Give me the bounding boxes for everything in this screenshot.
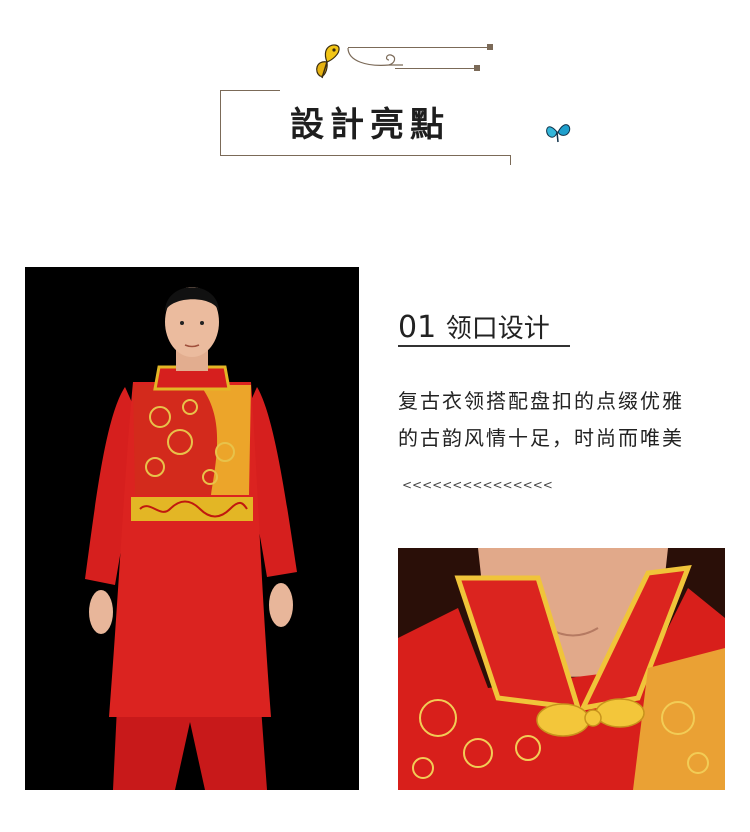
frame-line	[220, 155, 510, 156]
yellow-butterfly-icon	[316, 44, 340, 79]
feature-underline	[398, 345, 570, 347]
swirl-ornament	[347, 47, 403, 66]
ornament-line	[395, 68, 475, 69]
description-line-1: 复古衣领搭配盘扣的点缀优雅	[398, 389, 684, 413]
frame-line	[220, 90, 280, 91]
frame-line	[220, 90, 221, 155]
section-title: 設計亮點	[290, 105, 450, 145]
arrow-decoration: <<<<<<<<<<<<<<<	[402, 478, 553, 492]
costume-full-photo	[25, 267, 359, 790]
frame-line	[510, 155, 511, 165]
feature-title: 领口设计	[445, 314, 550, 344]
feature-heading: 01 领口设计	[398, 308, 573, 348]
ornament-dot	[487, 44, 493, 50]
ornament-dot	[474, 65, 480, 71]
collar-detail-photo	[398, 548, 725, 790]
feature-number: 01	[398, 310, 437, 345]
description-line-2: 的古韵风情十足，时尚而唯美	[398, 426, 684, 450]
blue-butterfly-icon	[546, 124, 571, 143]
